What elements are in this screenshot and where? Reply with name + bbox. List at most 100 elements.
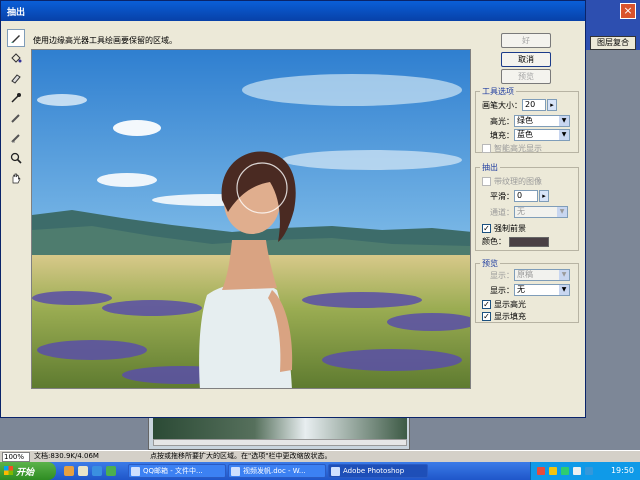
- quick-launch-icon[interactable]: [92, 466, 102, 476]
- brush-size-arrow-icon[interactable]: ▸: [547, 99, 557, 111]
- preview-group: 预览 显示： 原稿 ▼ 显示： 无 ▼ ✓ 显示高光 ✓ 显示填充: [475, 258, 579, 323]
- brush-size-row: 画笔大小： 20 ▸: [482, 99, 557, 111]
- quick-launch-icon[interactable]: [106, 466, 116, 476]
- quick-launch-icon[interactable]: [78, 466, 88, 476]
- brush-size-label: 画笔大小：: [482, 100, 522, 110]
- display-label: 显示：: [490, 285, 514, 295]
- zoom-level-field[interactable]: 100%: [2, 452, 30, 462]
- fill-select[interactable]: 蓝色 ▼: [514, 129, 570, 141]
- tray-icon[interactable]: [537, 467, 545, 475]
- taskbar-item-label: 视频发帆.doc - W...: [243, 467, 306, 475]
- taskbar-item[interactable]: QQ邮箱 - 文件中...: [128, 464, 226, 478]
- textured-image-label: 带纹理的图像: [494, 177, 542, 186]
- taskbar: 开始 QQ邮箱 - 文件中... 视频发帆.doc - W... Adobe P…: [0, 462, 640, 480]
- color-label: 颜色：: [482, 237, 506, 246]
- show-highlight-checkbox[interactable]: ✓: [482, 300, 491, 309]
- textured-row: 带纹理的图像: [482, 176, 542, 187]
- start-label: 开始: [16, 468, 35, 478]
- display-select[interactable]: 无 ▼: [514, 284, 570, 296]
- smart-highlight-row: 智能高光显示: [482, 143, 542, 154]
- close-icon[interactable]: ×: [620, 3, 636, 19]
- highlight-label: 高光：: [490, 116, 514, 126]
- status-bar: 100% 文档:830.9K/4.06M 点按或拖移所要扩大的区域。在"选项"栏…: [0, 450, 640, 462]
- tray-icon[interactable]: [585, 467, 593, 475]
- layer-comps-button[interactable]: 图层复合: [590, 36, 636, 50]
- highlight-value: 绿色: [517, 116, 533, 125]
- edge-highlighter-icon[interactable]: [7, 29, 25, 47]
- taskbar-item-label: QQ邮箱 - 文件中...: [143, 467, 203, 475]
- extraction-title: 抽出: [480, 162, 500, 173]
- edge-touchup-icon[interactable]: [7, 129, 25, 147]
- clock: 19:50: [610, 466, 634, 475]
- highlight-select[interactable]: 绿色 ▼: [514, 115, 570, 127]
- show-select[interactable]: 原稿 ▼: [514, 269, 570, 281]
- chevron-down-icon: ▼: [559, 130, 569, 140]
- status-tip: 点按或拖移所要扩大的区域。在"选项"栏中更改缩放状态。: [150, 452, 332, 460]
- smooth-input[interactable]: 0: [514, 190, 538, 202]
- chevron-down-icon: ▼: [557, 207, 567, 217]
- taskbar-item-label: Adobe Photoshop: [343, 467, 405, 475]
- cleanup-icon[interactable]: [7, 109, 25, 127]
- preview-canvas[interactable]: [31, 49, 471, 389]
- smooth-arrow-icon[interactable]: ▸: [539, 190, 549, 202]
- textured-image-checkbox[interactable]: [482, 177, 491, 186]
- display-value: 无: [517, 285, 525, 294]
- chevron-down-icon: ▼: [559, 270, 569, 280]
- extract-dialog: 抽出 使用边缘高光器工具绘画要保留的区域。 好 取消 预览 工具选项 画笔大小：…: [0, 0, 586, 418]
- channel-row: 通道： 无 ▼: [482, 206, 568, 218]
- cancel-button[interactable]: 取消: [501, 52, 551, 67]
- horizontal-scrollbar[interactable]: [153, 439, 407, 446]
- tray-icon[interactable]: [573, 467, 581, 475]
- smart-highlight-label: 智能高光显示: [494, 144, 542, 153]
- force-foreground-row: ✓ 强制前景: [482, 223, 526, 234]
- preview-group-title: 预览: [480, 258, 500, 269]
- display-row: 显示： 无 ▼: [482, 284, 570, 296]
- fill-label: 填充：: [490, 130, 514, 140]
- start-button[interactable]: 开始: [0, 462, 56, 480]
- toolbox: [7, 29, 27, 184]
- brush-size-input[interactable]: 20: [522, 99, 546, 111]
- word-document-icon: [231, 467, 240, 476]
- show-highlight-row: ✓ 显示高光: [482, 299, 526, 310]
- tray-icon[interactable]: [561, 467, 569, 475]
- document-info[interactable]: 文档:830.9K/4.06M: [34, 452, 99, 461]
- photoshop-icon: [331, 467, 340, 476]
- eraser-icon[interactable]: [7, 69, 25, 87]
- windows-logo-icon: [4, 466, 13, 475]
- taskbar-item[interactable]: 视频发帆.doc - W...: [228, 464, 326, 478]
- channel-label: 通道：: [490, 207, 514, 217]
- hand-icon[interactable]: [7, 169, 25, 187]
- fill-icon[interactable]: [7, 49, 25, 67]
- show-row: 显示： 原稿 ▼: [482, 269, 570, 281]
- extraction-group: 抽出 带纹理的图像 平滑： 0 ▸ 通道： 无 ▼ ✓ 强制前景 颜色：: [475, 162, 579, 251]
- show-fill-checkbox[interactable]: ✓: [482, 312, 491, 321]
- show-value: 原稿: [517, 270, 533, 279]
- smart-highlight-checkbox[interactable]: [482, 144, 491, 153]
- eyedropper-icon[interactable]: [7, 89, 25, 107]
- system-tray: 19:50: [530, 462, 640, 480]
- channel-value: 无: [517, 207, 525, 216]
- smooth-row: 平滑： 0 ▸: [482, 190, 549, 202]
- dialog-title: 抽出: [1, 1, 585, 21]
- fill-value: 蓝色: [517, 130, 533, 139]
- preview-button[interactable]: 预览: [501, 69, 551, 84]
- chevron-down-icon: ▼: [559, 285, 569, 295]
- zoom-icon[interactable]: [7, 149, 25, 167]
- show-fill-label: 显示填充: [494, 312, 526, 321]
- taskbar-item-photoshop[interactable]: Adobe Photoshop: [328, 464, 428, 478]
- ok-button[interactable]: 好: [501, 33, 551, 48]
- highlight-row: 高光： 绿色 ▼: [482, 115, 570, 127]
- smooth-label: 平滑：: [490, 191, 514, 201]
- tray-icon[interactable]: [549, 467, 557, 475]
- color-row: 颜色：: [482, 236, 549, 247]
- instruction-text: 使用边缘高光器工具绘画要保留的区域。: [33, 36, 177, 45]
- foreground-color-swatch[interactable]: [509, 236, 549, 247]
- fill-row: 填充： 蓝色 ▼: [482, 129, 570, 141]
- mail-icon: [131, 467, 140, 476]
- photo-illustration: [32, 50, 470, 388]
- quick-launch-icon[interactable]: [64, 466, 74, 476]
- tool-options-title: 工具选项: [480, 86, 516, 97]
- force-foreground-label: 强制前景: [494, 224, 526, 233]
- channel-select[interactable]: 无 ▼: [514, 206, 568, 218]
- force-foreground-checkbox[interactable]: ✓: [482, 224, 491, 233]
